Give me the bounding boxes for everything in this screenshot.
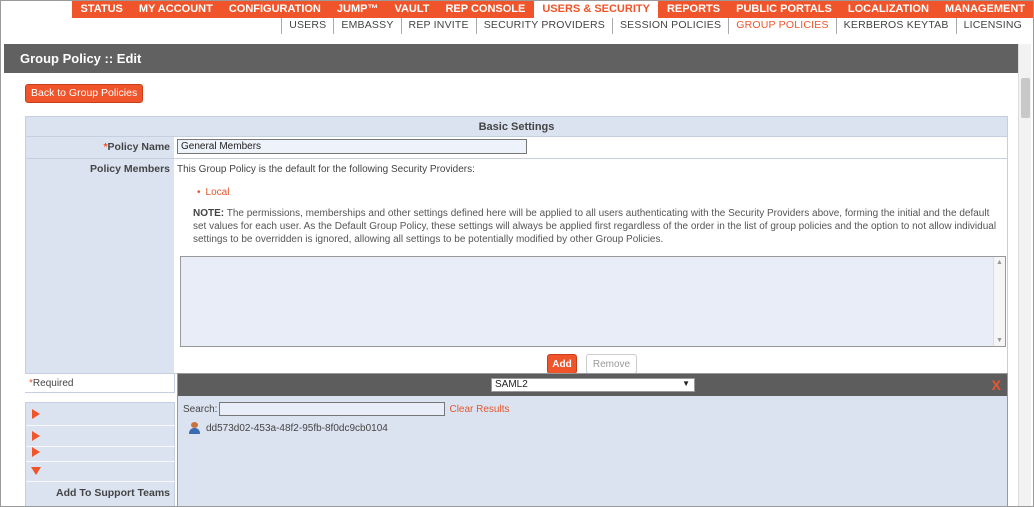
subnav-security-providers[interactable]: SECURITY PROVIDERS	[475, 18, 612, 34]
nav-my-account[interactable]: MY ACCOUNT	[131, 1, 221, 18]
required-note: *Required	[25, 373, 175, 393]
top-nav: STATUS MY ACCOUNT CONFIGURATION JUMP™ VA…	[72, 1, 1033, 18]
add-to-support-teams-label: Add To Support Teams	[56, 487, 170, 499]
nav-reports[interactable]: REPORTS	[659, 1, 728, 18]
search-input[interactable]	[219, 402, 446, 416]
subnav-kerberos-keytab[interactable]: KERBEROS KEYTAB	[835, 18, 956, 34]
page-title: Group Policy :: Edit	[4, 44, 1031, 73]
security-provider-popup: SAML2 ▼ X Search: Clear Results dd573d02…	[177, 373, 1008, 506]
nav-configuration[interactable]: CONFIGURATION	[221, 1, 329, 18]
basic-settings-table: Basic Settings *Policy Name Policy Membe…	[25, 116, 1008, 374]
nav-vault[interactable]: VAULT	[386, 1, 437, 18]
policy-name-label: *Policy Name	[26, 137, 174, 158]
members-textarea[interactable]: ▲ ▼	[180, 256, 1006, 347]
textarea-scrollbar[interactable]: ▲ ▼	[993, 257, 1005, 346]
scrollbar-thumb[interactable]	[1021, 78, 1030, 118]
expand-arrow-icon[interactable]	[32, 431, 40, 441]
subnav-licensing[interactable]: LICENSING	[955, 18, 1029, 34]
nav-status[interactable]: STATUS	[72, 1, 130, 18]
search-label: Search:	[183, 403, 218, 415]
nav-users-security[interactable]: USERS & SECURITY	[533, 1, 659, 18]
policy-members-row: Policy Members This Group Policy is the …	[26, 159, 1007, 374]
app-frame: STATUS MY ACCOUNT CONFIGURATION JUMP™ VA…	[0, 0, 1034, 507]
nav-rep-console[interactable]: REP CONSOLE	[437, 1, 533, 18]
policy-members-label: Policy Members	[26, 159, 174, 373]
subnav-embassy[interactable]: EMBASSY	[333, 18, 400, 34]
subnav-users[interactable]: USERS	[281, 18, 333, 34]
search-result-label: dd573d02-453a-48f2-95fb-8f0dc9cb0104	[206, 422, 388, 434]
list-item: • Local	[197, 187, 230, 198]
popup-header: SAML2 ▼ X	[178, 374, 1007, 396]
back-to-group-policies-button[interactable]: Back to Group Policies	[25, 84, 144, 103]
search-result-item[interactable]: dd573d02-453a-48f2-95fb-8f0dc9cb0104	[188, 422, 388, 434]
nav-jump[interactable]: JUMP™	[329, 1, 387, 18]
subnav-group-policies[interactable]: GROUP POLICIES	[728, 18, 835, 34]
expand-arrow-icon[interactable]	[32, 409, 40, 419]
policy-name-input[interactable]	[177, 139, 527, 154]
add-button[interactable]: Add	[547, 354, 577, 374]
left-sections: Add To Support Teams	[25, 402, 176, 506]
members-intro: This Group Policy is the default for the…	[177, 164, 475, 175]
nav-localization[interactable]: LOCALIZATION	[840, 1, 937, 18]
page-scrollbar[interactable]	[1018, 44, 1031, 506]
provider-local: Local	[205, 187, 230, 198]
provider-select[interactable]: SAML2 ▼	[491, 378, 695, 392]
expand-arrow-icon[interactable]	[32, 447, 40, 457]
scroll-up-icon[interactable]: ▲	[996, 259, 1003, 266]
user-icon	[188, 422, 202, 434]
search-row: Search: Clear Results	[183, 402, 510, 416]
policy-name-row: *Policy Name	[26, 137, 1007, 159]
scroll-down-icon[interactable]: ▼	[996, 337, 1003, 344]
basic-settings-header: Basic Settings	[26, 117, 1007, 137]
nav-management[interactable]: MANAGEMENT	[937, 1, 1033, 18]
remove-button[interactable]: Remove	[586, 354, 637, 374]
sub-nav: USERS EMBASSY REP INVITE SECURITY PROVID…	[281, 18, 1029, 34]
close-icon[interactable]: X	[992, 377, 1001, 393]
clear-results-link[interactable]: Clear Results	[449, 404, 509, 415]
collapse-arrow-icon[interactable]	[31, 467, 41, 475]
dropdown-arrow-icon: ▼	[682, 379, 690, 388]
subnav-session-policies[interactable]: SESSION POLICIES	[611, 18, 728, 34]
note-text: NOTE: The permissions, memberships and o…	[193, 208, 997, 245]
nav-public-portals[interactable]: PUBLIC PORTALS	[728, 1, 840, 18]
subnav-rep-invite[interactable]: REP INVITE	[400, 18, 476, 34]
